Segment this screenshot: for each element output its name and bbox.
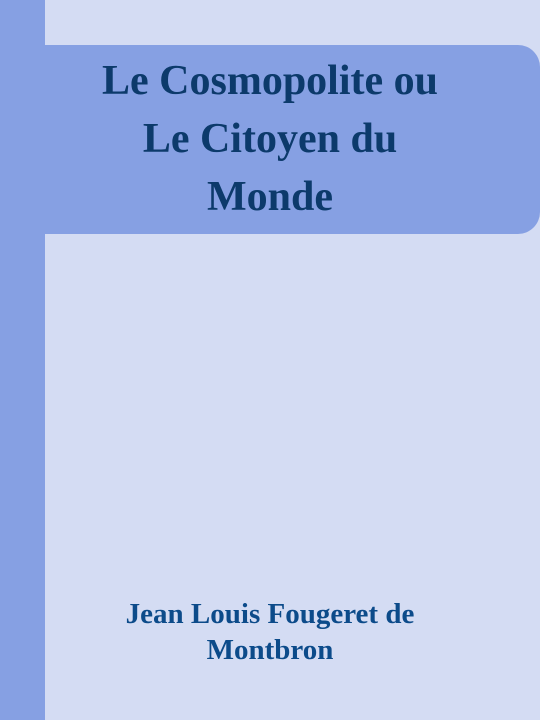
book-title: Le Cosmopolite ou Le Citoyen du Monde (102, 58, 438, 220)
book-cover: Le Cosmopolite ou Le Citoyen du Monde Je… (0, 0, 540, 720)
book-author: Jean Louis Fougeret de Montbron (125, 598, 415, 666)
